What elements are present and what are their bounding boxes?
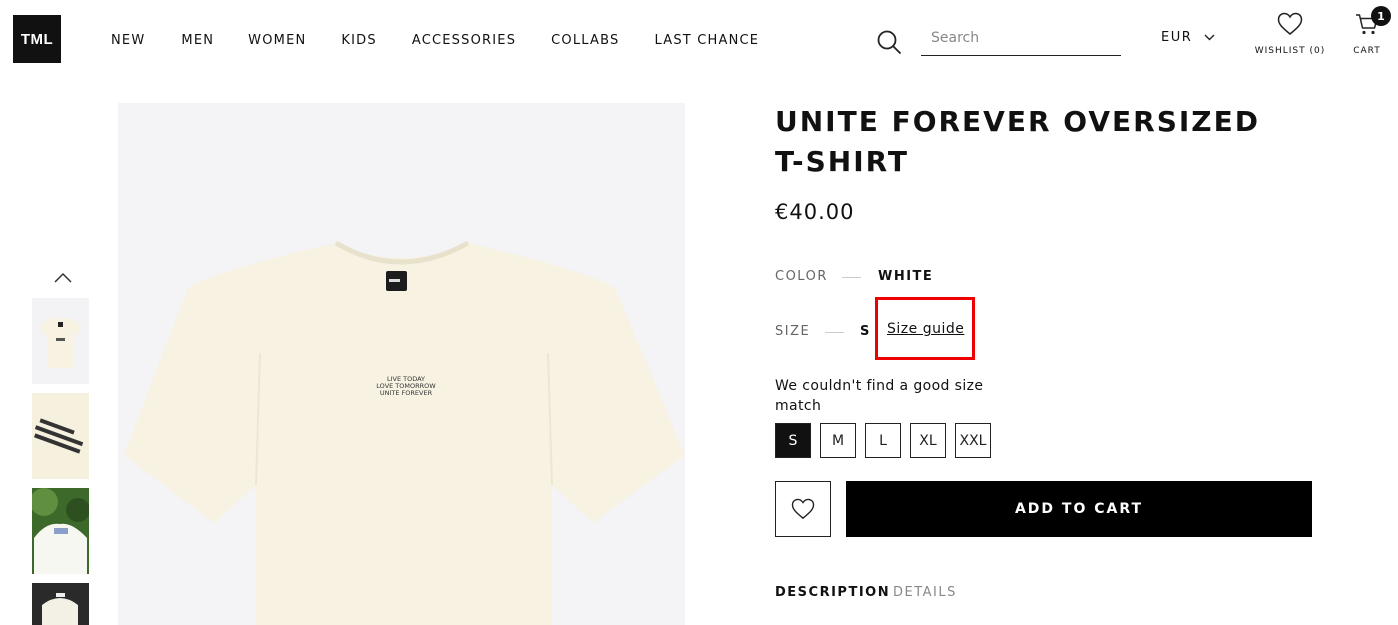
wishlist-link[interactable]: WISHLIST (0) (1252, 12, 1328, 56)
size-options: S M L XL XXL (775, 423, 1000, 458)
heart-icon (791, 498, 815, 520)
nav-item-collabs[interactable]: COLLABS (551, 33, 619, 48)
product-image[interactable]: LIVE TODAY LOVE TOMORROW UNITE FOREVER (118, 103, 685, 625)
cart-label: CART (1353, 46, 1381, 56)
product-title: UNITE FOREVER OVERSIZED T-SHIRT (775, 105, 1260, 178)
thumbnail-image (32, 488, 89, 574)
size-option-m[interactable]: M (820, 423, 856, 458)
currency-value: EUR (1161, 30, 1193, 45)
wishlist-label: WISHLIST (0) (1254, 46, 1326, 56)
logo[interactable]: TML (13, 15, 61, 63)
nav-item-new[interactable]: NEW (111, 33, 145, 48)
size-divider (825, 332, 844, 333)
thumbnail-image (40, 317, 81, 368)
currency-selector[interactable]: EUR (1161, 30, 1215, 45)
chevron-up-icon[interactable] (53, 270, 73, 284)
chevron-down-icon (1204, 34, 1215, 41)
heart-icon (1277, 12, 1303, 35)
tab-details[interactable]: DETAILS (893, 585, 957, 600)
color-value: WHITE (878, 269, 934, 284)
thumbnail-hanger[interactable] (32, 583, 89, 625)
search-input[interactable] (921, 20, 1121, 56)
nav-item-women[interactable]: WOMEN (248, 33, 306, 48)
product-photo: LIVE TODAY LOVE TOMORROW UNITE FOREVER (124, 240, 685, 625)
highlight-box (875, 297, 975, 360)
thumbnail-image (34, 418, 84, 454)
color-divider (842, 277, 861, 278)
size-option-s[interactable]: S (775, 423, 811, 458)
thumbnail-front[interactable] (32, 298, 89, 384)
cart-link[interactable]: 1 CART (1349, 6, 1391, 56)
add-to-wishlist-button[interactable] (775, 481, 831, 537)
size-fit-message: We couldn't find a good size match (775, 378, 984, 414)
main-nav: NEW MEN WOMEN KIDS ACCESSORIES COLLABS L… (111, 33, 759, 48)
selected-size-value: S (860, 324, 870, 339)
search-icon[interactable] (876, 29, 902, 55)
thumbnail-print-closeup[interactable] (32, 393, 89, 479)
add-to-cart-button[interactable]: ADD TO CART (846, 481, 1312, 537)
size-option-xxl[interactable]: XXL (955, 423, 991, 458)
size-option-l[interactable]: L (865, 423, 901, 458)
cart-count-badge: 1 (1371, 6, 1391, 26)
nav-item-last-chance[interactable]: LAST CHANCE (655, 33, 760, 48)
nav-item-accessories[interactable]: ACCESSORIES (412, 33, 516, 48)
nav-item-kids[interactable]: KIDS (341, 33, 376, 48)
print-line-3: UNITE FOREVER (380, 389, 433, 397)
size-option-xl[interactable]: XL (910, 423, 946, 458)
nav-item-men[interactable]: MEN (181, 33, 214, 48)
color-label: COLOR (775, 269, 828, 284)
tab-description[interactable]: DESCRIPTION (775, 585, 890, 600)
thumbnail-image (32, 583, 89, 625)
size-label: SIZE (775, 324, 811, 339)
thumbnail-lifestyle[interactable] (32, 488, 89, 574)
product-price: €40.00 (775, 200, 855, 224)
